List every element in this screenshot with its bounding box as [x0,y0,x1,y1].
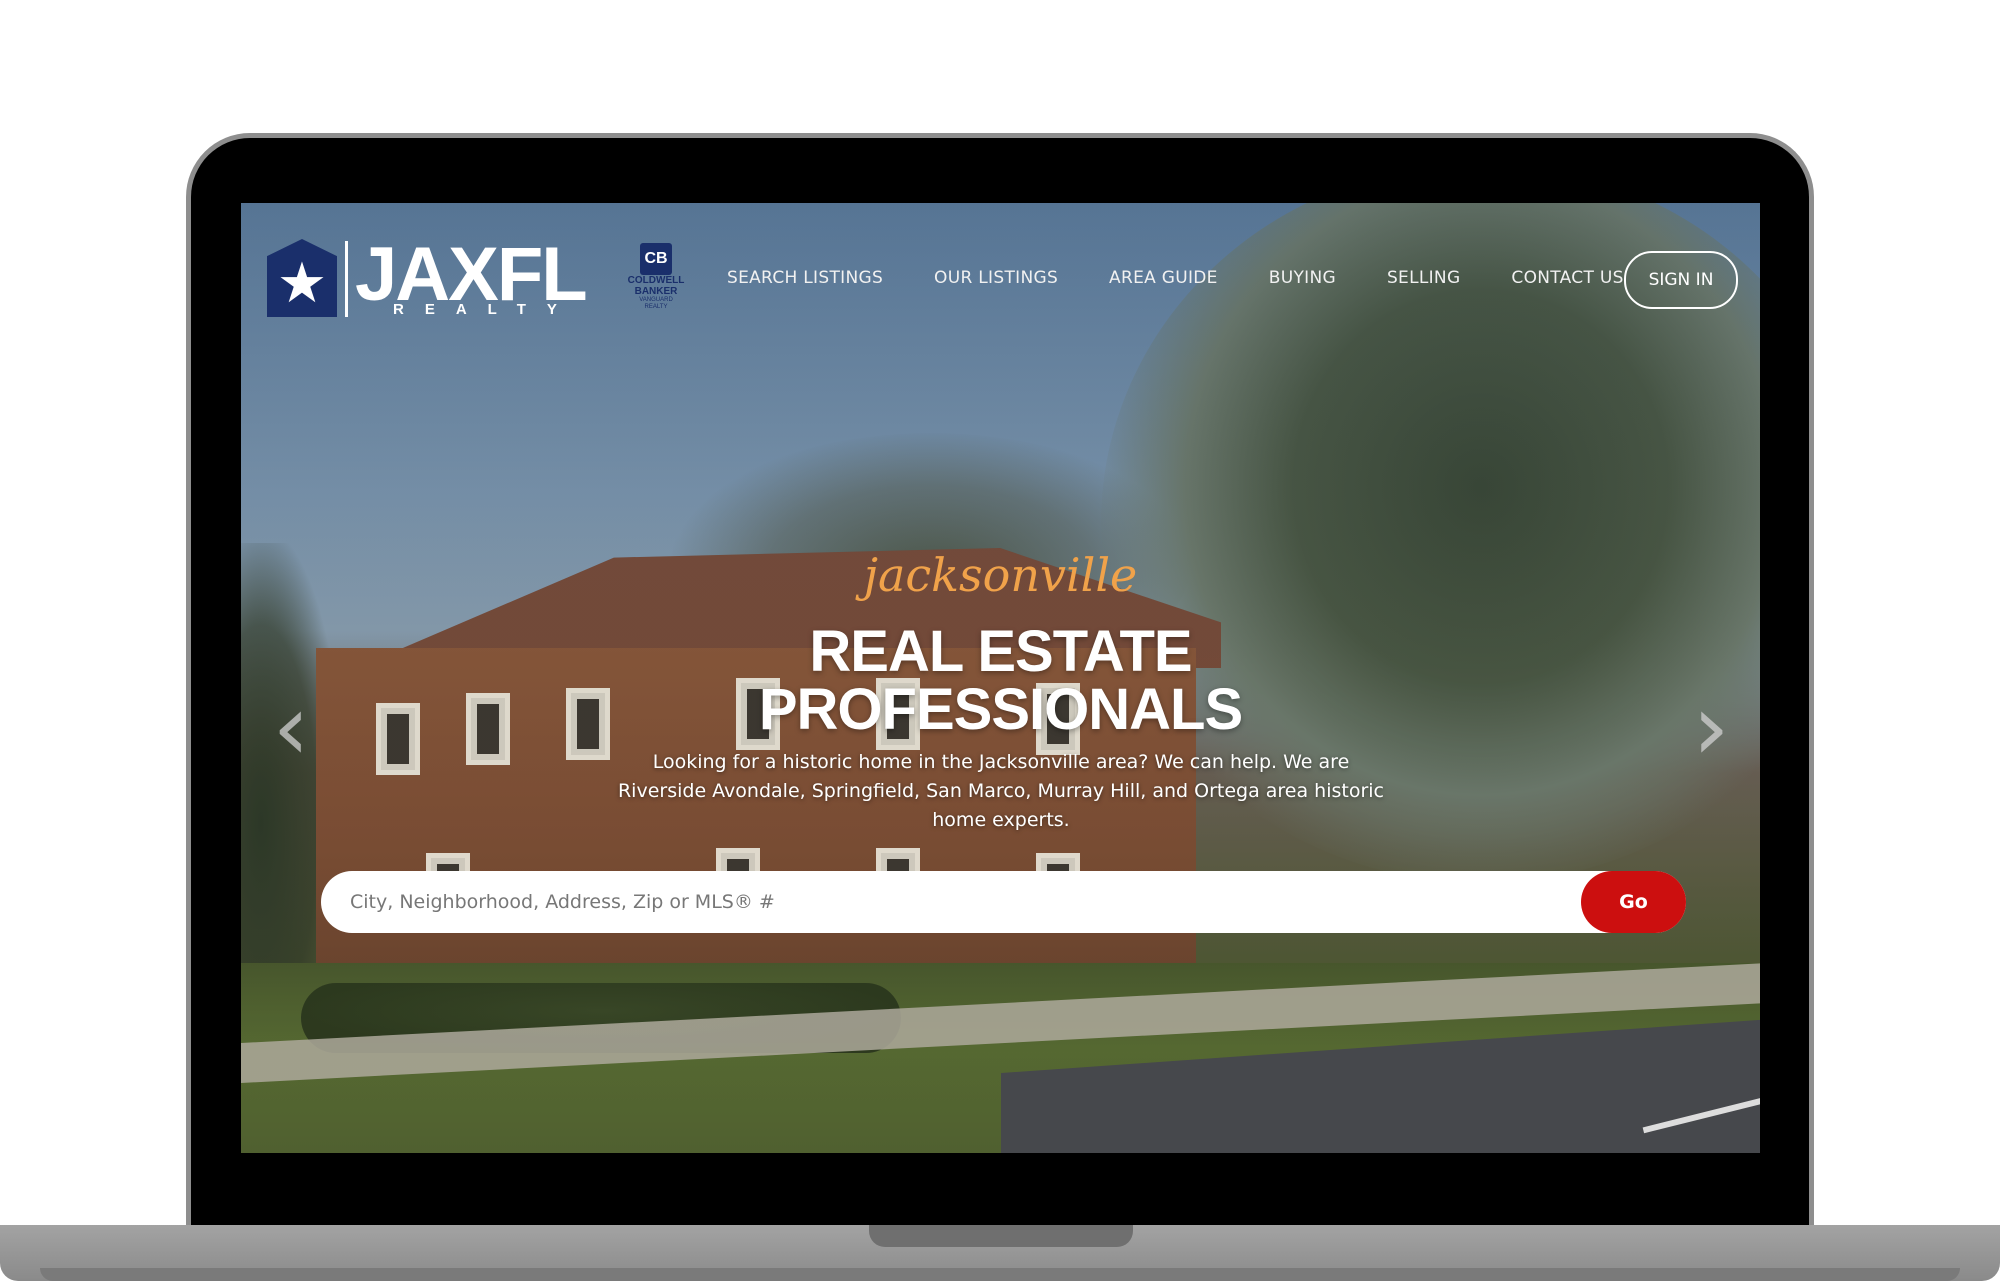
nav-search-listings[interactable]: SEARCH LISTINGS [727,268,883,288]
browser-viewport: ★ JAXFL REALTY CB COLDWELL BANKER VANGUA… [241,203,1760,1153]
site-logo[interactable]: ★ JAXFL REALTY CB COLDWELL BANKER VANGUA… [267,232,690,323]
search-input[interactable] [321,871,1581,933]
partner-name-line3: VANGUARD [639,297,673,303]
nav-selling[interactable]: SELLING [1387,268,1460,288]
chevron-right-icon: › [1692,674,1730,781]
hero-headline-line1: REAL ESTATE [809,619,1192,684]
chevron-left-icon: ‹ [272,674,310,781]
main-nav: SEARCH LISTINGS OUR LISTINGS AREA GUIDE … [727,253,1675,303]
nav-contact-us[interactable]: CONTACT US [1511,268,1623,288]
nav-area-guide[interactable]: AREA GUIDE [1109,268,1218,288]
nav-our-listings[interactable]: OUR LISTINGS [934,268,1058,288]
nav-buying[interactable]: BUYING [1269,268,1336,288]
coldwell-banker-logo: CB COLDWELL BANKER VANGUARD REALTY [622,243,690,321]
star-icon: ★ [276,251,328,316]
cb-mark-icon: CB [640,243,672,275]
partner-name-line4: REALTY [644,304,668,310]
laptop-base-lip [40,1268,1960,1281]
hero-headline-line2: PROFESSIONALS [758,677,1243,742]
carousel-next-button[interactable]: › [1691,682,1731,774]
hero-tagline: jacksonville [863,548,1138,602]
logo-subtext: REALTY [393,301,578,318]
partner-name-line1: COLDWELL [627,275,685,286]
hero-description: Looking for a historic home in the Jacks… [617,751,1385,831]
search-go-button[interactable]: Go [1581,871,1686,933]
site-header: ★ JAXFL REALTY CB COLDWELL BANKER VANGUA… [241,203,1760,323]
search-bar: Go [321,871,1686,933]
laptop-notch [869,1225,1133,1247]
sign-in-button[interactable]: SIGN IN [1624,251,1738,309]
logo-divider [345,241,348,317]
carousel-prev-button[interactable]: ‹ [271,682,311,774]
hero-headline: REAL ESTATE PROFESSIONALS [241,623,1760,739]
partner-name-line2: BANKER [634,286,678,297]
